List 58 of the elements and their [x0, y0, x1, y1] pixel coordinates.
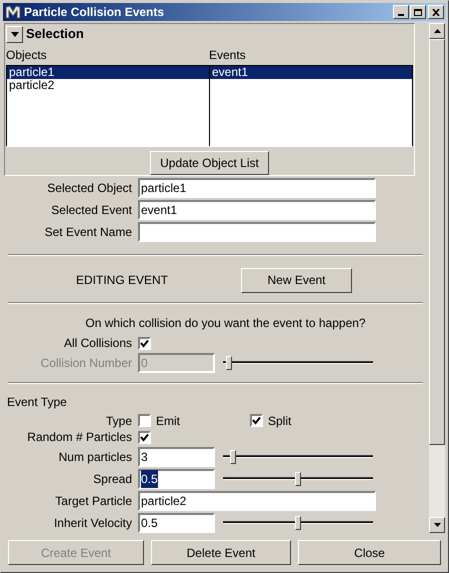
app-logo-icon — [5, 5, 21, 19]
field-label: Collision Number — [40, 355, 132, 372]
slider-thumb[interactable] — [295, 516, 301, 530]
minimize-button[interactable] — [393, 5, 409, 19]
field-label: Type — [106, 412, 132, 430]
section-title: Selection — [26, 25, 84, 44]
scrollbar-thumb[interactable] — [429, 39, 445, 445]
column-label: Events — [209, 47, 246, 64]
window-title: Particle Collision Events — [24, 4, 164, 21]
caret-icon — [10, 32, 18, 36]
action-button[interactable]: Delete Event — [151, 540, 291, 565]
list-item[interactable]: event1 — [210, 66, 412, 79]
scroll-up-button[interactable] — [429, 23, 445, 39]
column-label: Objects — [5, 47, 48, 64]
section-label: EDITING EVENT — [76, 272, 170, 289]
field-label: Set Event Name — [44, 224, 132, 241]
text-field[interactable]: 3 — [138, 447, 215, 467]
field-label: Random # Particles — [27, 429, 132, 446]
maximize-button[interactable] — [410, 5, 426, 19]
field-label: Selected Event — [51, 202, 132, 219]
field-label: Spread — [93, 471, 132, 488]
update-button[interactable]: Update Object List — [150, 151, 269, 175]
up-arrow-icon — [434, 29, 440, 33]
field-label: Inherit Velocity — [54, 515, 132, 532]
field-label: Selected Object — [47, 180, 132, 197]
text-field[interactable] — [138, 222, 376, 242]
maximize-icon — [414, 8, 422, 16]
checkbox[interactable] — [138, 336, 151, 350]
checkbox[interactable] — [250, 414, 263, 427]
field-label: Target Particle — [55, 493, 132, 510]
checkbox[interactable] — [138, 414, 151, 427]
field-label: Num particles — [58, 449, 132, 466]
collapse-button[interactable] — [6, 26, 23, 42]
text-field[interactable]: particle1 — [138, 178, 376, 198]
checkbox[interactable] — [138, 430, 151, 444]
list-item[interactable]: particle2 — [7, 79, 209, 92]
down-arrow-icon — [434, 523, 440, 527]
text-field[interactable]: 0.5 — [138, 469, 215, 489]
slider-thumb[interactable] — [230, 450, 236, 464]
field-label: All Collisions — [64, 335, 132, 352]
slider[interactable] — [223, 515, 373, 531]
slider[interactable] — [223, 449, 373, 465]
section-label: Event Type — [7, 394, 67, 411]
scrollbar[interactable] — [429, 23, 445, 533]
close-icon — [432, 8, 440, 16]
question-text: On which collision do you want the event to happen? — [85, 315, 366, 332]
new-event-button[interactable]: New Event — [241, 268, 352, 292]
checkbox-label: Split — [268, 412, 292, 430]
slider-thumb[interactable] — [295, 472, 301, 486]
action-button[interactable]: Close — [298, 540, 441, 565]
scroll-down-button[interactable] — [429, 517, 445, 533]
text-field[interactable]: event1 — [138, 200, 376, 220]
slider[interactable] — [223, 471, 373, 487]
checkbox-label: Emit — [156, 412, 180, 430]
list-item[interactable]: particle1 — [7, 66, 209, 79]
text-field[interactable]: particle2 — [138, 491, 376, 511]
text-field[interactable]: 0.5 — [138, 513, 215, 533]
close-button[interactable] — [428, 5, 444, 19]
